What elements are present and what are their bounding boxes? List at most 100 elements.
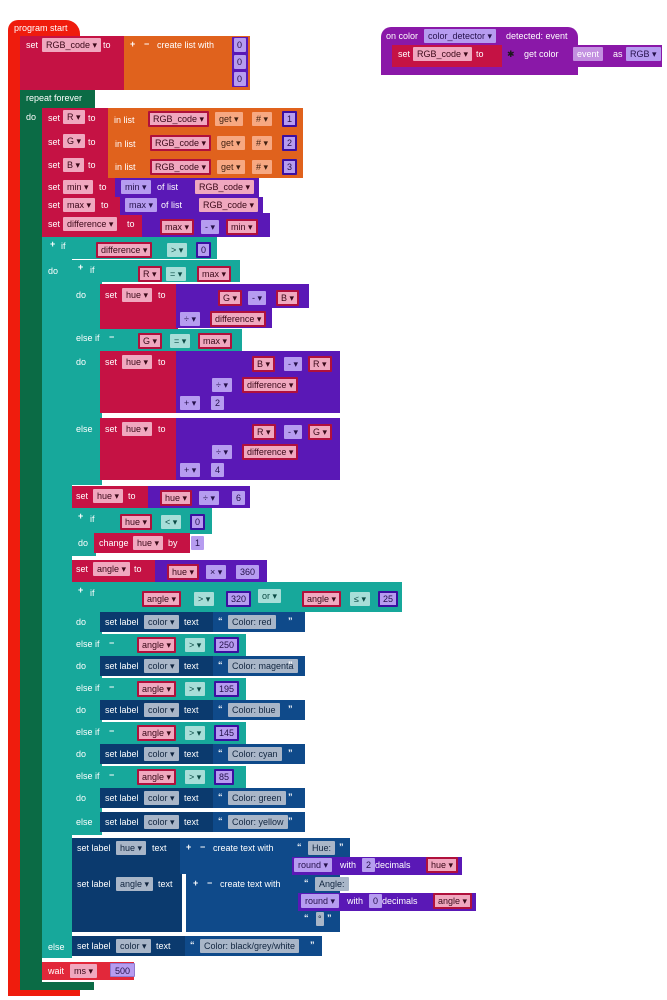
else-if-minus-button[interactable]: − — [109, 768, 114, 782]
var-angle[interactable]: angle ▾ — [433, 893, 473, 909]
else-if-minus-button[interactable]: − — [109, 680, 114, 694]
list-var-rgb-code[interactable]: RGB_code ▾ — [150, 135, 212, 151]
format-dropdown[interactable]: RGB ▾ — [626, 47, 661, 61]
var-max[interactable]: max ▾ — [197, 266, 232, 282]
var-r[interactable]: R ▾ — [308, 356, 332, 372]
list-item-1[interactable]: 0 — [234, 55, 246, 69]
var-g[interactable]: G ▾ — [218, 290, 243, 306]
text-value[interactable]: ° — [316, 912, 324, 926]
minus-button[interactable]: − — [200, 840, 205, 854]
decimals-value[interactable]: 2 — [362, 858, 376, 872]
plus-button[interactable]: + — [130, 37, 135, 51]
var-dropdown-g[interactable]: G ▾ — [63, 134, 86, 148]
op-dropdown[interactable]: - ▾ — [248, 291, 267, 305]
event-param[interactable]: event — [573, 47, 604, 61]
var-dropdown-max[interactable]: max ▾ — [63, 198, 96, 212]
sensor-dropdown[interactable]: color_detector ▾ — [424, 29, 497, 43]
number-value[interactable]: 360 — [236, 565, 260, 579]
var-hue[interactable]: hue ▾ — [426, 857, 459, 873]
compare-value[interactable]: 0 — [196, 242, 212, 258]
plus-button[interactable]: + — [186, 840, 191, 854]
index-mode-dropdown[interactable]: # ▾ — [252, 112, 273, 126]
var-dropdown-b[interactable]: B ▾ — [63, 158, 85, 172]
var-angle[interactable]: angle ▾ — [137, 637, 177, 653]
var-dropdown-r[interactable]: R ▾ — [63, 110, 85, 124]
var-b[interactable]: B ▾ — [276, 290, 300, 306]
minus-button[interactable]: − — [144, 37, 149, 51]
var-dropdown-min[interactable]: min ▾ — [63, 180, 93, 194]
list-var-rgb-code[interactable]: RGB_code ▾ — [199, 198, 259, 212]
op-dropdown[interactable]: + ▾ — [180, 463, 201, 477]
op-dropdown[interactable]: × ▾ — [206, 565, 227, 579]
var-difference[interactable]: difference ▾ — [96, 242, 153, 258]
compare-op[interactable]: = ▾ — [170, 334, 191, 348]
logic-op-dropdown[interactable]: or ▾ — [258, 589, 282, 603]
label-dropdown-color[interactable]: color ▾ — [144, 703, 179, 717]
list-var-rgb-code[interactable]: RGB_code ▾ — [150, 159, 212, 175]
op-dropdown[interactable]: ÷ ▾ — [180, 312, 200, 326]
label-dropdown-color[interactable]: color ▾ — [144, 791, 179, 805]
text-value[interactable]: Color: cyan — [228, 747, 282, 761]
compare-value[interactable]: 85 — [214, 769, 235, 785]
op-dropdown[interactable]: ÷ ▾ — [212, 378, 232, 392]
fn-dropdown-max[interactable]: max ▾ — [125, 198, 158, 212]
wait-value[interactable]: 500 — [110, 963, 136, 977]
index-value[interactable]: 1 — [282, 111, 298, 127]
var-r[interactable]: R ▾ — [138, 266, 162, 282]
plus-button[interactable]: + — [193, 876, 198, 890]
var-dropdown-rgb-code[interactable]: RGB_code ▾ — [42, 38, 102, 52]
var-hue[interactable]: hue ▾ — [167, 564, 200, 580]
op-dropdown[interactable]: - ▾ — [201, 220, 220, 234]
var-g[interactable]: G ▾ — [138, 333, 163, 349]
text-value[interactable]: Hue: — [308, 841, 336, 855]
compare-op[interactable]: > ▾ — [167, 243, 188, 257]
var-max[interactable]: max ▾ — [198, 333, 233, 349]
label-dropdown-color[interactable]: color ▾ — [144, 815, 179, 829]
var-angle[interactable]: angle ▾ — [137, 681, 177, 697]
else-if-minus-button[interactable]: − — [109, 636, 114, 650]
minus-button[interactable]: − — [207, 876, 212, 890]
if-plus-button[interactable]: + — [78, 509, 83, 523]
compare-value[interactable]: 250 — [214, 637, 240, 653]
text-value[interactable]: Color: black/grey/white — [200, 939, 300, 953]
var-dropdown-hue[interactable]: hue ▾ — [93, 489, 124, 503]
var-dropdown-rgb-code[interactable]: RGB_code ▾ — [413, 47, 473, 61]
compare-op[interactable]: = ▾ — [166, 267, 187, 281]
label-dropdown-angle[interactable]: angle ▾ — [116, 877, 154, 891]
compare-op[interactable]: > ▾ — [194, 592, 215, 606]
op-dropdown[interactable]: + ▾ — [180, 396, 201, 410]
else-if-minus-button[interactable]: − — [109, 724, 114, 738]
var-hue[interactable]: hue ▾ — [120, 514, 153, 530]
var-r[interactable]: R ▾ — [252, 424, 276, 440]
index-value[interactable]: 3 — [282, 159, 298, 175]
unit-dropdown[interactable]: ms ▾ — [70, 964, 98, 978]
var-dropdown-hue[interactable]: hue ▾ — [122, 288, 153, 302]
var-dropdown-angle[interactable]: angle ▾ — [93, 562, 131, 576]
var-dropdown-difference[interactable]: difference ▾ — [63, 217, 118, 231]
list-var-rgb-code[interactable]: RGB_code ▾ — [148, 111, 210, 127]
var-max[interactable]: max ▾ — [160, 219, 195, 235]
var-dropdown-hue[interactable]: hue ▾ — [122, 355, 153, 369]
text-value[interactable]: Color: red — [228, 615, 276, 629]
index-value[interactable]: 2 — [282, 135, 298, 151]
label-dropdown-hue[interactable]: hue ▾ — [116, 841, 147, 855]
text-value[interactable]: Color: blue — [228, 703, 280, 717]
if-plus-button[interactable]: + — [78, 583, 83, 597]
compare-op[interactable]: > ▾ — [185, 682, 206, 696]
list-item-2[interactable]: 0 — [234, 72, 246, 86]
var-angle[interactable]: angle ▾ — [137, 725, 177, 741]
get-mode-dropdown[interactable]: get ▾ — [217, 160, 245, 174]
var-g[interactable]: G ▾ — [308, 424, 333, 440]
op-dropdown[interactable]: - ▾ — [284, 357, 303, 371]
var-difference[interactable]: difference ▾ — [242, 444, 299, 460]
if-plus-button[interactable]: + — [78, 260, 83, 274]
compare-value[interactable]: 25 — [378, 591, 399, 607]
get-mode-dropdown[interactable]: get ▾ — [217, 136, 245, 150]
label-dropdown-color[interactable]: color ▾ — [144, 659, 179, 673]
compare-op[interactable]: > ▾ — [185, 726, 206, 740]
else-if-minus-button[interactable]: − — [109, 330, 114, 344]
number-value[interactable]: 6 — [232, 491, 246, 505]
op-dropdown[interactable]: - ▾ — [284, 425, 303, 439]
round-dropdown[interactable]: round ▾ — [301, 894, 340, 908]
compare-value[interactable]: 320 — [226, 591, 252, 607]
